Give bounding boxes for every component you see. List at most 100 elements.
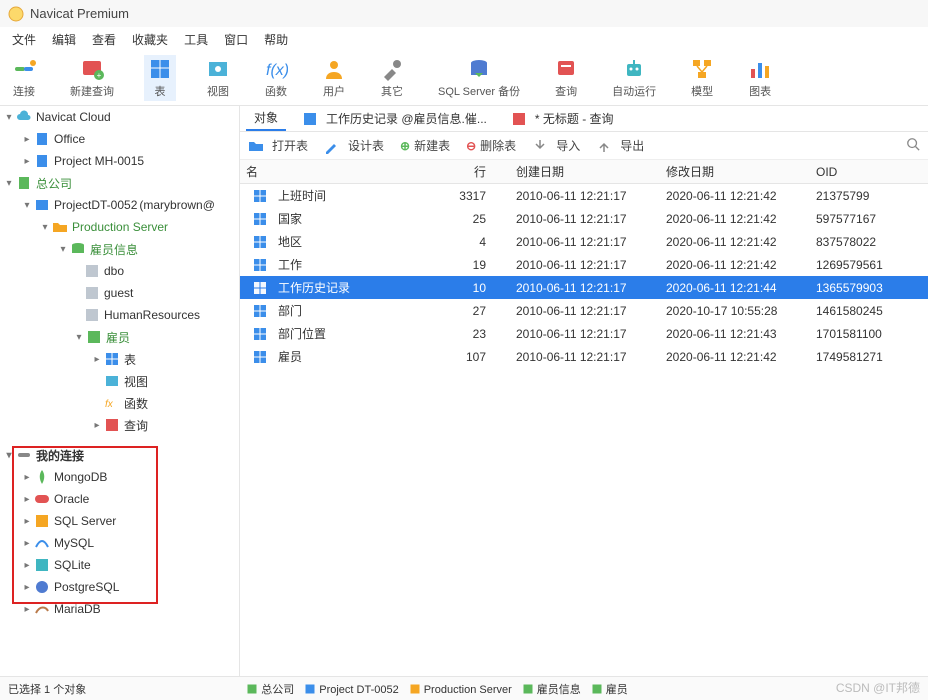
col-rows[interactable]: 行 — [440, 160, 510, 184]
chevron-right-icon[interactable]: ▸ — [20, 604, 34, 615]
action-design[interactable]: 设计表 — [324, 137, 384, 154]
tree-conn-oracle[interactable]: ▸ Oracle — [0, 488, 239, 510]
table-row[interactable]: 部门位置232010-06-11 12:21:172020-06-11 12:2… — [240, 322, 928, 345]
action-new[interactable]: ⊕ 新建表 — [400, 137, 450, 154]
tree-schema-dbo[interactable]: dbo — [0, 260, 239, 282]
chevron-down-icon[interactable]: ▾ — [72, 332, 86, 343]
tool-views[interactable]: 视图 — [202, 55, 234, 101]
crumb-server[interactable]: Production Server — [409, 684, 512, 696]
chevron-down-icon[interactable]: ▾ — [20, 200, 34, 211]
menu-fav[interactable]: 收藏夹 — [126, 29, 174, 50]
table-row[interactable]: 部门272010-06-11 12:21:172020-10-17 10:55:… — [240, 299, 928, 322]
chevron-down-icon[interactable]: ▾ — [2, 112, 16, 123]
tree-sub-query[interactable]: ▸ 查询 — [0, 414, 239, 436]
col-modified[interactable]: 修改日期 — [660, 160, 810, 184]
tool-functions[interactable]: f(x) 函数 — [260, 55, 292, 101]
table-row[interactable]: 国家252010-06-11 12:21:172020-06-11 12:21:… — [240, 207, 928, 230]
table-row[interactable]: 工作192010-06-11 12:21:172020-06-11 12:21:… — [240, 253, 928, 276]
table-row[interactable]: 雇员1072010-06-11 12:21:172020-06-11 12:21… — [240, 345, 928, 368]
table-row[interactable]: 工作历史记录102010-06-11 12:21:172020-06-11 12… — [240, 276, 928, 299]
tool-chart[interactable]: 图表 — [744, 55, 776, 101]
menu-tools[interactable]: 工具 — [178, 29, 214, 50]
chevron-right-icon[interactable]: ▸ — [20, 538, 34, 549]
menu-edit[interactable]: 编辑 — [46, 29, 82, 50]
menu-help[interactable]: 帮助 — [258, 29, 294, 50]
tree-conn-sqlserver[interactable]: ▸ SQL Server — [0, 510, 239, 532]
tool-users[interactable]: 用户 — [318, 55, 350, 101]
tree-panel[interactable]: ▾ Navicat Cloud ▸ Office ▸ Project MH-00… — [0, 106, 240, 676]
tree-sub-views[interactable]: 视图 — [0, 370, 239, 392]
tree-sub-tables[interactable]: ▸ 表 — [0, 348, 239, 370]
action-delete[interactable]: ⊖ 删除表 — [466, 137, 516, 154]
action-search[interactable] — [906, 137, 920, 154]
tree-conn-mongodb[interactable]: ▸ MongoDB — [0, 466, 239, 488]
schema-icon — [84, 307, 100, 323]
tree-conn-postgresql[interactable]: ▸ PostgreSQL — [0, 576, 239, 598]
tool-model[interactable]: 模型 — [686, 55, 718, 101]
row-rows: 3317 — [440, 184, 510, 208]
col-created[interactable]: 创建日期 — [510, 160, 660, 184]
database-icon — [70, 241, 86, 257]
table-row[interactable]: 地区42010-06-11 12:21:172020-06-11 12:21:4… — [240, 230, 928, 253]
table-row[interactable]: 上班时间33172010-06-11 12:21:172020-06-11 12… — [240, 184, 928, 208]
tree-sub-functions[interactable]: fx 函数 — [0, 392, 239, 414]
action-open[interactable]: 打开表 — [248, 137, 308, 154]
tree-cloud-project[interactable]: ▸ Project MH-0015 — [0, 150, 239, 172]
row-rows: 10 — [440, 276, 510, 299]
row-oid: 837578022 — [810, 230, 928, 253]
tool-sqlserver-backup[interactable]: SQL Server 备份 — [434, 55, 524, 101]
tool-tables[interactable]: 表 — [144, 55, 176, 101]
crumb-schema[interactable]: 雇员 — [591, 684, 628, 696]
crumb-project[interactable]: Project DT-0052 — [304, 684, 398, 696]
tree-production-server[interactable]: ▾ Production Server — [0, 216, 239, 238]
tool-others[interactable]: 其它 — [376, 55, 408, 101]
col-oid[interactable]: OID — [810, 160, 928, 184]
crumb-company[interactable]: 总公司 — [246, 684, 294, 696]
tool-new-query[interactable]: + 新建查询 — [66, 55, 118, 101]
menu-window[interactable]: 窗口 — [218, 29, 254, 50]
row-rows: 23 — [440, 322, 510, 345]
chevron-right-icon[interactable]: ▸ — [20, 134, 34, 145]
tree-conn-mariadb[interactable]: ▸ MariaDB — [0, 598, 239, 620]
tree-conn-sqlite[interactable]: ▸ SQLite — [0, 554, 239, 576]
row-created: 2010-06-11 12:21:17 — [510, 299, 660, 322]
action-import[interactable]: 导入 — [532, 137, 580, 154]
row-name: 雇员 — [278, 348, 302, 365]
chevron-down-icon[interactable]: ▾ — [2, 450, 16, 461]
tree-schema-guest[interactable]: guest — [0, 282, 239, 304]
crumb-db[interactable]: 雇员信息 — [522, 684, 581, 696]
chevron-right-icon[interactable]: ▸ — [20, 560, 34, 571]
menu-view[interactable]: 查看 — [86, 29, 122, 50]
chevron-down-icon[interactable]: ▾ — [38, 222, 52, 233]
tree-my-connections[interactable]: ▾ 我的连接 — [0, 444, 239, 466]
action-export[interactable]: 导出 — [596, 137, 644, 154]
chevron-down-icon[interactable]: ▾ — [56, 244, 70, 255]
tool-auto-run[interactable]: 自动运行 — [608, 55, 660, 101]
tree-navicat-cloud[interactable]: ▾ Navicat Cloud — [0, 106, 239, 128]
chevron-right-icon[interactable]: ▸ — [20, 156, 34, 167]
row-modified: 2020-06-11 12:21:44 — [660, 276, 810, 299]
folder-icon — [52, 219, 68, 235]
chevron-right-icon[interactable]: ▸ — [90, 420, 104, 431]
chevron-right-icon[interactable]: ▸ — [20, 472, 34, 483]
tree-employee-info[interactable]: ▾ 雇员信息 — [0, 238, 239, 260]
tree-schema-employees[interactable]: ▾ 雇员 — [0, 326, 239, 348]
chevron-right-icon[interactable]: ▸ — [20, 516, 34, 527]
col-name[interactable]: 名 — [240, 160, 440, 184]
tool-label: 模型 — [691, 83, 713, 99]
tree-project-dt[interactable]: ▾ ProjectDT-0052 (marybrown@ — [0, 194, 239, 216]
tree-company[interactable]: ▾ 总公司 — [0, 172, 239, 194]
chevron-right-icon[interactable]: ▸ — [90, 354, 104, 365]
tab-untitled-query[interactable]: * 无标题 - 查询 — [503, 106, 622, 131]
tab-objects[interactable]: 对象 — [246, 106, 286, 131]
tree-conn-mysql[interactable]: ▸ MySQL — [0, 532, 239, 554]
chevron-down-icon[interactable]: ▾ — [2, 178, 16, 189]
tree-cloud-office[interactable]: ▸ Office — [0, 128, 239, 150]
tree-schema-hr[interactable]: HumanResources — [0, 304, 239, 326]
menu-file[interactable]: 文件 — [6, 29, 42, 50]
tab-history[interactable]: 工作历史记录 @雇员信息.催... — [294, 106, 495, 131]
chevron-right-icon[interactable]: ▸ — [20, 494, 34, 505]
chevron-right-icon[interactable]: ▸ — [20, 582, 34, 593]
tool-query[interactable]: 查询 — [550, 55, 582, 101]
tool-connect[interactable]: 连接 — [8, 55, 40, 101]
